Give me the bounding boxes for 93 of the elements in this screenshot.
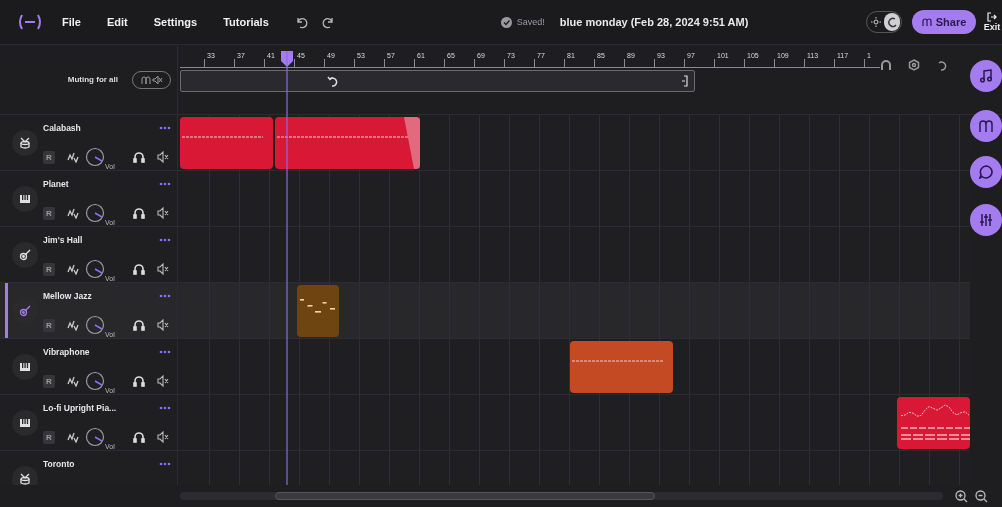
volume-knob[interactable] xyxy=(85,203,105,223)
check-icon xyxy=(500,16,512,28)
menu-item[interactable]: Edit xyxy=(106,16,128,28)
headphones-icon[interactable] xyxy=(132,263,145,275)
drum-icon xyxy=(19,137,31,149)
scroll-thumb[interactable] xyxy=(275,492,655,500)
volume-knob[interactable] xyxy=(85,259,105,279)
piano-icon xyxy=(19,361,31,373)
volume-knob[interactable] xyxy=(85,147,105,167)
midi-clip[interactable] xyxy=(180,117,273,169)
moon-icon xyxy=(886,16,898,28)
mute-icon[interactable] xyxy=(156,375,169,387)
more-icon[interactable] xyxy=(159,294,171,298)
people-mute-icon xyxy=(140,74,163,85)
piano-icon xyxy=(19,193,31,205)
record-button[interactable]: R xyxy=(43,150,55,164)
undo-icon[interactable] xyxy=(294,15,309,29)
mute-icon[interactable] xyxy=(156,151,169,163)
drum-icon xyxy=(19,473,31,485)
horizontal-scrollbar[interactable] xyxy=(180,492,943,500)
exit-button[interactable]: Exit xyxy=(982,12,1002,32)
save-status: Saved! xyxy=(516,17,545,27)
music-note-icon[interactable] xyxy=(970,60,1002,92)
headphones-icon[interactable] xyxy=(132,375,145,387)
automation-icon[interactable] xyxy=(67,319,79,331)
loop-region[interactable] xyxy=(180,70,695,92)
sun-icon xyxy=(871,17,881,27)
piano-icon xyxy=(19,417,31,429)
automation-icon[interactable] xyxy=(67,375,79,387)
chat-icon[interactable] xyxy=(970,156,1002,188)
more-icon[interactable] xyxy=(159,238,171,242)
loop-icon[interactable] xyxy=(936,59,948,71)
loop-end-handle[interactable] xyxy=(681,75,689,87)
mute-icon[interactable] xyxy=(156,263,169,275)
zoom-out-icon[interactable] xyxy=(975,489,988,503)
share-button[interactable]: Share xyxy=(912,10,976,34)
midi-clip[interactable] xyxy=(275,117,420,169)
redo-icon[interactable] xyxy=(320,15,335,29)
people-icon xyxy=(921,17,932,27)
track-name: Lo-fi Upright Pia... xyxy=(43,403,117,413)
settings-icon[interactable] xyxy=(908,59,920,71)
more-icon[interactable] xyxy=(159,350,171,354)
midi-clip[interactable] xyxy=(570,341,673,393)
playhead[interactable] xyxy=(281,51,293,485)
track-name: Jim's Hall xyxy=(43,235,83,245)
midi-clip[interactable] xyxy=(297,285,339,337)
waveform-drawing xyxy=(900,404,970,440)
logo-icon[interactable] xyxy=(18,14,42,30)
track-name: Planet xyxy=(43,179,69,189)
magnet-icon[interactable] xyxy=(880,59,892,71)
guitar-icon xyxy=(19,305,31,317)
guitar-icon xyxy=(19,249,31,261)
zoom-in-icon[interactable] xyxy=(955,489,968,503)
menu-item[interactable]: Tutorials xyxy=(223,16,269,28)
exit-icon xyxy=(987,12,997,22)
more-icon[interactable] xyxy=(159,182,171,186)
headphones-icon[interactable] xyxy=(132,151,145,163)
audio-clip[interactable] xyxy=(897,397,970,449)
record-button[interactable]: R xyxy=(43,430,55,444)
automation-icon[interactable] xyxy=(67,263,79,275)
muting-label: Muting for all xyxy=(67,75,118,84)
record-button[interactable]: R xyxy=(43,206,55,220)
headphones-icon[interactable] xyxy=(132,431,145,443)
menu-item[interactable]: Settings xyxy=(153,16,198,28)
mute-icon[interactable] xyxy=(156,431,169,443)
track-header[interactable]: Toronto xyxy=(0,451,178,485)
loop-icon xyxy=(327,75,339,87)
headphones-icon[interactable] xyxy=(132,319,145,331)
more-icon[interactable] xyxy=(159,406,171,410)
project-title: blue monday (Feb 28, 2024 9:51 AM) xyxy=(559,16,749,28)
record-button[interactable]: R xyxy=(43,318,55,332)
resize-handle[interactable] xyxy=(404,117,420,169)
mixer-icon[interactable] xyxy=(970,204,1002,236)
menu-item[interactable]: File xyxy=(62,16,81,28)
automation-icon[interactable] xyxy=(67,207,79,219)
volume-knob[interactable] xyxy=(85,427,105,447)
track-name: Mellow Jazz xyxy=(43,291,92,301)
headphones-icon[interactable] xyxy=(132,207,145,219)
notes-drawing xyxy=(300,299,335,313)
automation-icon[interactable] xyxy=(67,431,79,443)
automation-icon[interactable] xyxy=(67,151,79,163)
mute-icon[interactable] xyxy=(156,207,169,219)
track-name: Calabash xyxy=(43,123,81,133)
track-name: Toronto xyxy=(43,459,75,469)
volume-knob[interactable] xyxy=(85,315,105,335)
volume-knob[interactable] xyxy=(85,371,105,391)
mute-icon[interactable] xyxy=(156,319,169,331)
record-button[interactable]: R xyxy=(43,374,55,388)
collaborators-icon[interactable] xyxy=(970,110,1002,142)
track-name: Vibraphone xyxy=(43,347,90,357)
record-button[interactable]: R xyxy=(43,262,55,276)
more-icon[interactable] xyxy=(159,126,171,130)
more-icon[interactable] xyxy=(159,462,171,466)
